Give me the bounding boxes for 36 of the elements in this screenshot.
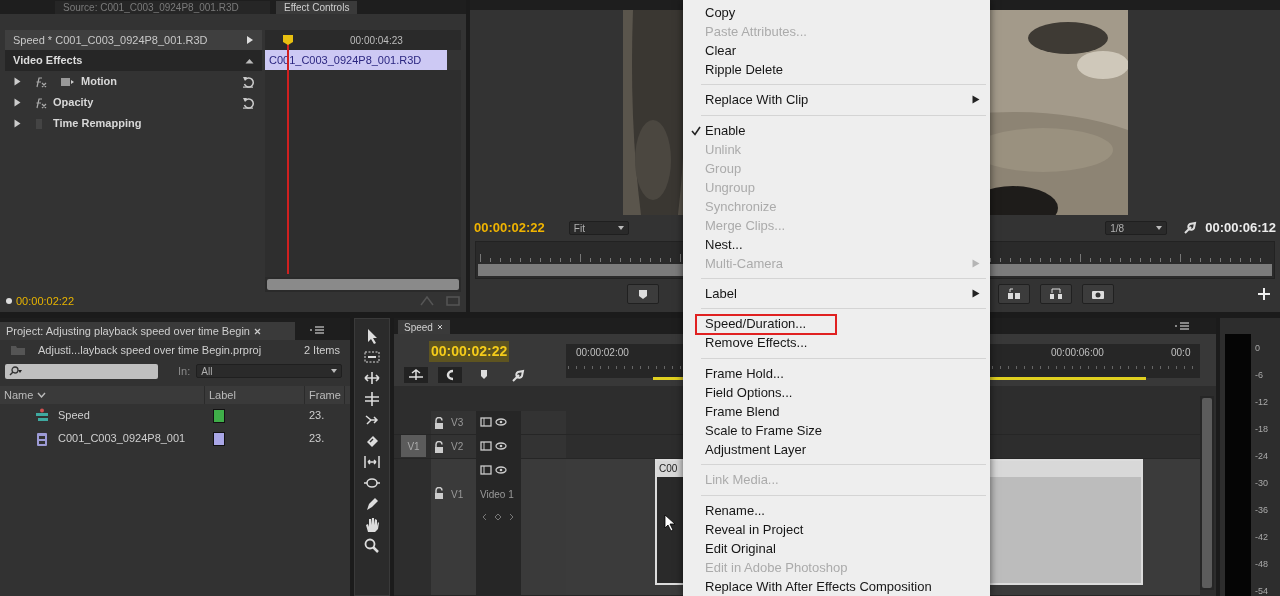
- filter-label: In:: [178, 363, 191, 379]
- section-title: Video Effects: [13, 53, 83, 69]
- timecode: 00:00:02:22: [474, 219, 545, 238]
- effect-name: Motion: [81, 74, 119, 90]
- meter-scale-label: -18: [1255, 423, 1268, 436]
- ruler-time: 00:00:04:23: [350, 33, 403, 48]
- item-name: Speed: [58, 408, 90, 424]
- ruler-label: 00:0: [1171, 346, 1191, 360]
- meter-scale-label: -36: [1255, 504, 1268, 517]
- meter-scale-label: -48: [1255, 558, 1268, 571]
- meter-scale-label: -30: [1255, 477, 1268, 490]
- item-name: C001_C003_0924P8_001: [58, 431, 186, 447]
- frame-rate: 23.: [309, 408, 325, 424]
- frame-rate: 23.: [309, 431, 325, 447]
- meter-scale-label: -24: [1255, 450, 1268, 463]
- effect-name: Opacity: [53, 95, 95, 111]
- timecode: 00:00:02:22: [16, 293, 75, 309]
- clip-header-text: Speed * C001_C003_0924P8_001.R3D: [13, 32, 208, 48]
- meter-scale-label: -54: [1255, 585, 1268, 596]
- meter-scale-label: -6: [1255, 369, 1264, 382]
- duration-timecode: 00:00:06:12: [1205, 219, 1276, 238]
- item-count: 2 Items: [303, 342, 340, 358]
- track-name: V2: [451, 440, 464, 454]
- track-name: V1: [451, 488, 464, 502]
- timecode: 00:00:02:22: [429, 341, 510, 362]
- track-name: V3: [451, 416, 464, 430]
- meter-scale-label: -42: [1255, 531, 1268, 544]
- effect-name: Time Remapping: [53, 116, 143, 132]
- project-file-name: Adjusti...layback speed over time Begin.prproj: [38, 342, 262, 358]
- meter-scale-label: 0: [1255, 342, 1261, 355]
- tab-label: Speed: [404, 320, 433, 335]
- track-label: Video 1: [479, 488, 515, 502]
- tab-label: Project: Adjusting playback speed over time Begin: [6, 323, 250, 339]
- ruler-label: 00:00:06:00: [1051, 346, 1104, 360]
- meter-scale-label: -12: [1255, 396, 1268, 409]
- ruler-label: 00:00:02:00: [576, 346, 629, 360]
